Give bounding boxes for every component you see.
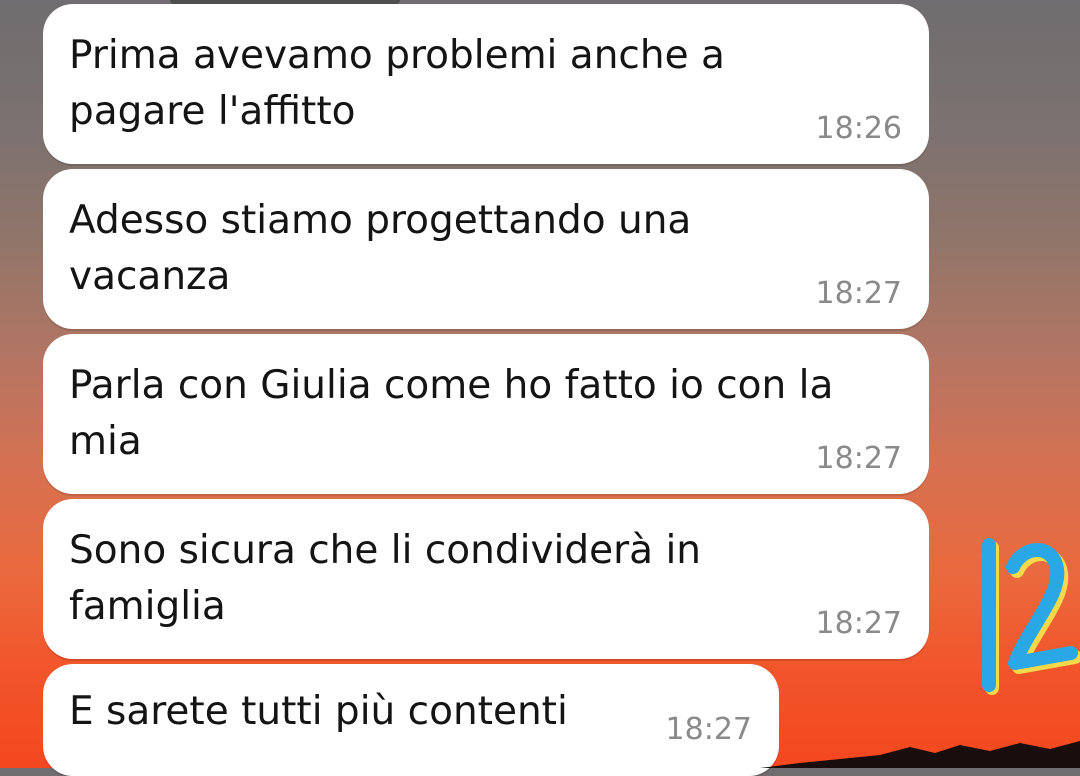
message-text: Sono sicura che li condividerà in famigl… (69, 528, 702, 629)
message-time: 18:27 (665, 712, 752, 747)
message-bubble[interactable]: Parla con Giulia come ho fatto io con la… (43, 334, 929, 494)
message-text: Parla con Giulia come ho fatto io con la… (69, 363, 834, 464)
message-bubble[interactable]: Adesso stiamo progettando una vacanza 18… (43, 169, 929, 329)
message-time: 18:27 (815, 276, 902, 311)
message-bubble[interactable]: Prima avevamo problemi anche a pagare l'… (43, 4, 929, 164)
message-time: 18:27 (815, 606, 902, 641)
message-bubble[interactable]: Sono sicura che li condividerà in famigl… (43, 499, 929, 659)
mountain-silhouette (760, 741, 1080, 768)
message-bubble[interactable]: E sarete tutti più contenti 18:27 (43, 664, 779, 776)
number-sticker (982, 538, 1080, 695)
message-text: E sarete tutti più contenti (69, 689, 568, 734)
message-time: 18:27 (815, 441, 902, 476)
message-text: Adesso stiamo progettando una vacanza (69, 198, 692, 299)
message-time: 18:26 (815, 111, 902, 146)
message-text: Prima avevamo problemi anche a pagare l'… (69, 33, 725, 134)
chat-message-list[interactable]: Prima avevamo problemi anche a pagare l'… (0, 0, 1080, 776)
